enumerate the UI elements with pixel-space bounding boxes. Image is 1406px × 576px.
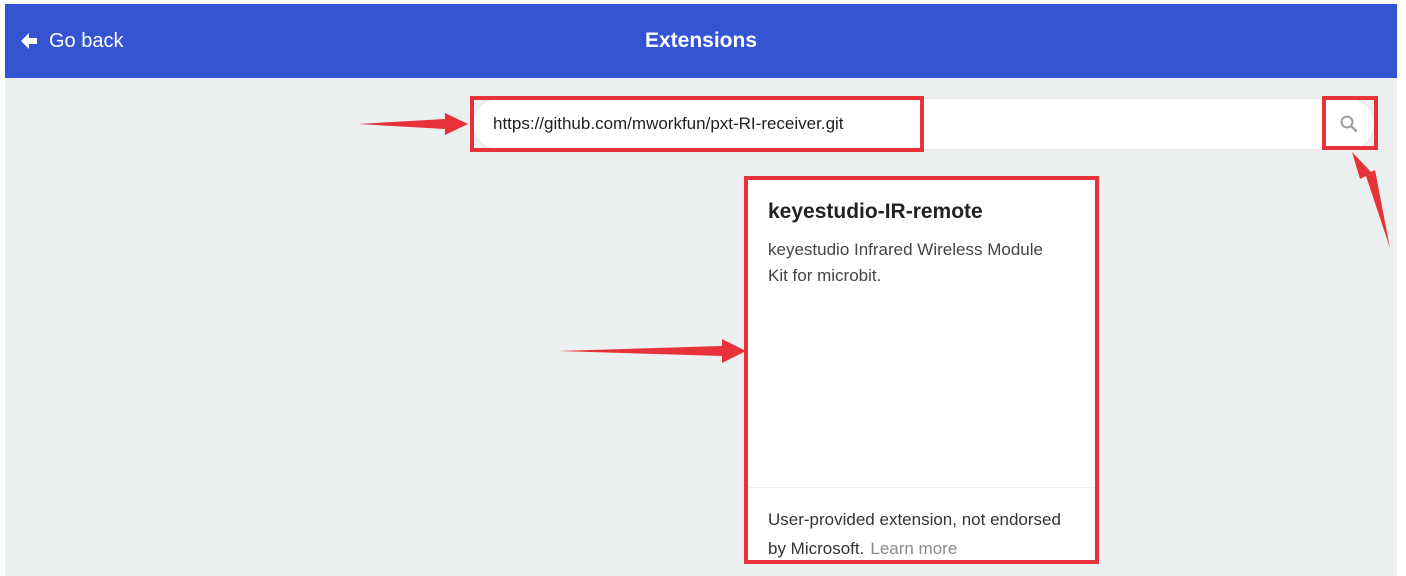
arrow-to-search-url xyxy=(358,113,468,135)
arrow-to-extension-card xyxy=(558,339,746,363)
extensions-dialog: Go back Extensions keyestudio-IR-remote … xyxy=(0,0,1406,576)
arrow-to-search-button xyxy=(1352,152,1390,248)
annotation-arrows xyxy=(358,113,1390,363)
